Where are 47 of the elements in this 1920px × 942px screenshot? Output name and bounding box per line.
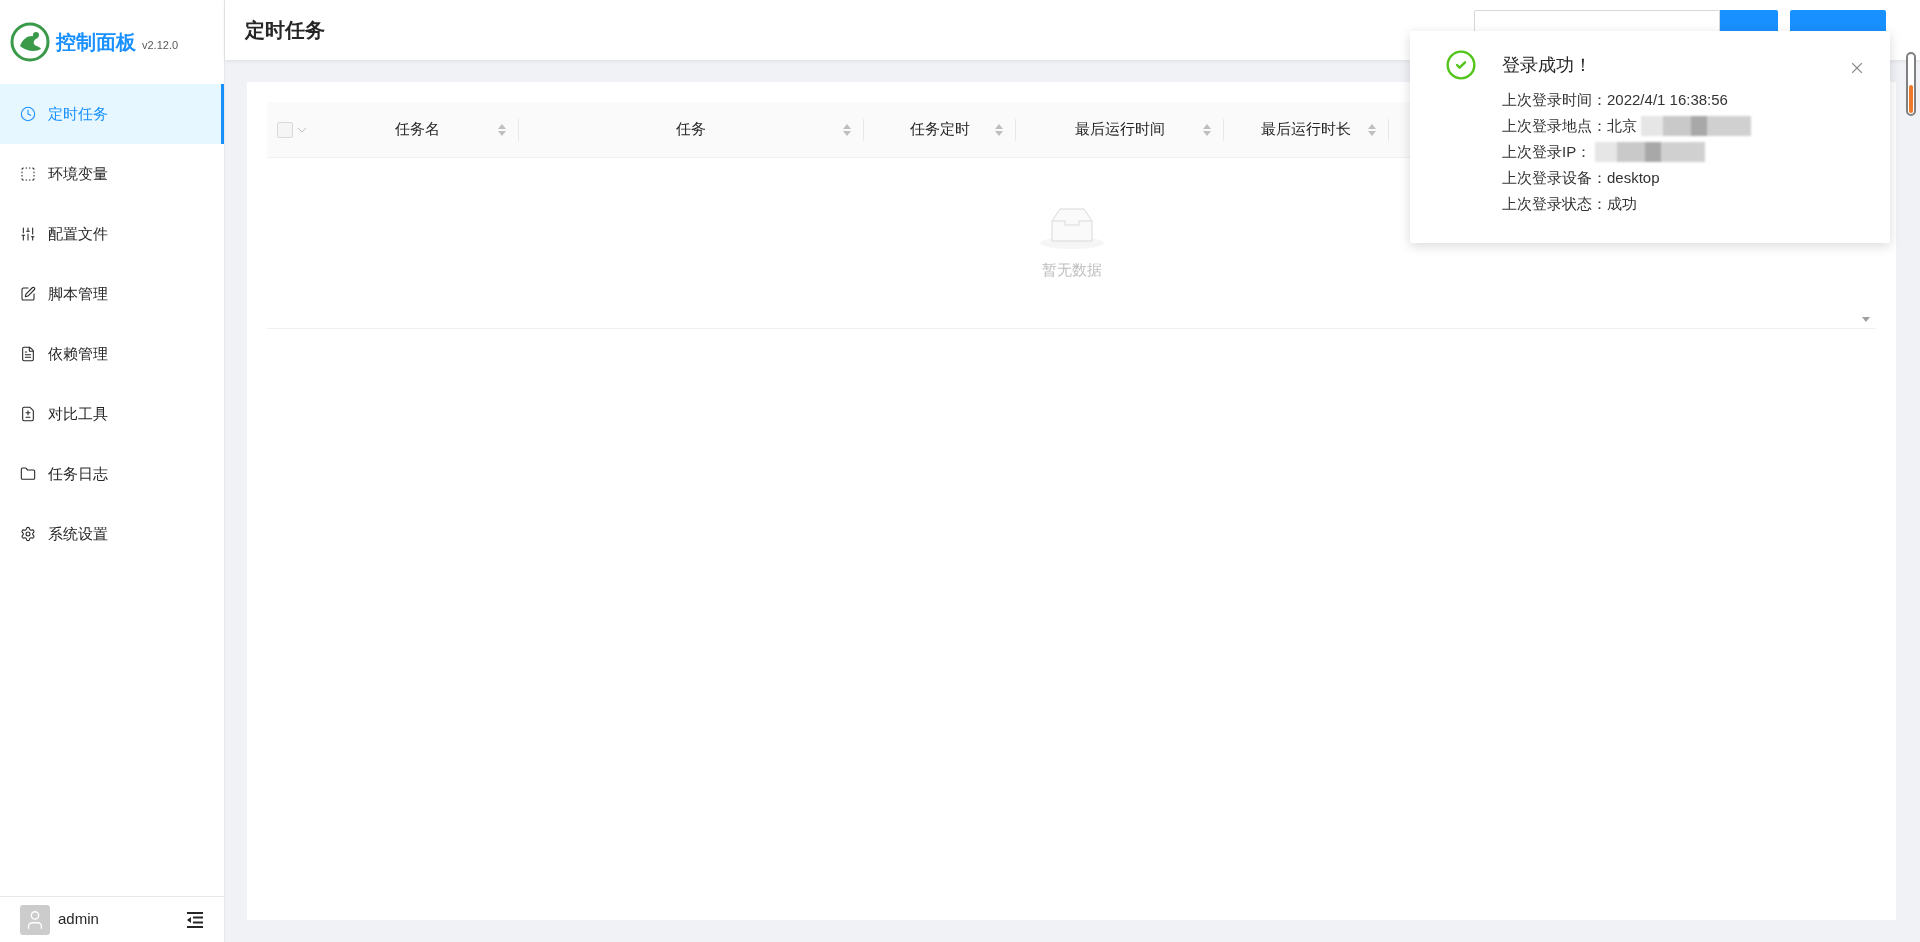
sort-icon	[1368, 123, 1376, 136]
sort-icon	[843, 123, 851, 136]
select-all-checkbox[interactable]	[277, 121, 293, 138]
empty-text: 暂无数据	[1041, 259, 1102, 280]
edit-icon	[20, 286, 36, 302]
column-header[interactable]: 最后运行时间	[1016, 118, 1224, 141]
logo-icon	[10, 22, 50, 62]
notification-title: 登录成功！	[1502, 54, 1593, 77]
clock-icon	[20, 106, 36, 122]
success-icon	[1445, 49, 1477, 81]
dropdown-caret-icon[interactable]	[297, 126, 307, 133]
info-label: 上次登录IP：	[1502, 141, 1592, 162]
dashed-square-icon	[20, 166, 36, 182]
folder-icon	[20, 466, 36, 482]
scroll-down-arrow-icon[interactable]	[1862, 317, 1870, 322]
sidebar-item[interactable]: 环境变量	[0, 144, 224, 204]
app-title: 控制面板	[56, 30, 136, 55]
info-label: 上次登录时间：	[1502, 89, 1607, 110]
sidebar-item[interactable]: 对比工具	[0, 384, 224, 444]
sort-icon	[1203, 123, 1211, 136]
info-value: 北京	[1607, 115, 1637, 136]
info-label: 上次登录设备：	[1502, 167, 1607, 188]
page-title: 定时任务	[245, 18, 325, 43]
sort-icon	[995, 123, 1003, 136]
column-header[interactable]: 任务名	[267, 118, 519, 141]
sidebar-item[interactable]: 配置文件	[0, 204, 224, 264]
sliders-icon	[20, 226, 36, 242]
info-value: desktop	[1607, 167, 1660, 188]
file-diff-icon	[20, 406, 36, 422]
sidebar-item[interactable]: 任务日志	[0, 444, 224, 504]
document-icon	[20, 346, 36, 362]
sidebar-item[interactable]: 依赖管理	[0, 324, 224, 384]
column-header[interactable]: 最后运行时长	[1224, 118, 1389, 141]
version-label: v2.12.0	[142, 37, 179, 53]
column-header[interactable]: 任务	[519, 118, 864, 141]
sidebar-item[interactable]: 脚本管理	[0, 264, 224, 324]
info-label: 上次登录状态：	[1502, 193, 1607, 214]
browser-scrollbar[interactable]	[1906, 52, 1916, 116]
info-label: 上次登录地点：	[1502, 115, 1607, 136]
collapse-menu-icon[interactable]	[186, 911, 204, 928]
info-value: 成功	[1607, 193, 1637, 214]
sort-icon	[498, 123, 506, 136]
column-header[interactable]: 任务定时	[864, 118, 1016, 141]
username: admin	[58, 909, 99, 930]
settings-icon	[20, 526, 36, 542]
sidebar-item[interactable]: 系统设置	[0, 504, 224, 564]
info-value: 2022/4/1 16:38:56	[1607, 89, 1728, 110]
